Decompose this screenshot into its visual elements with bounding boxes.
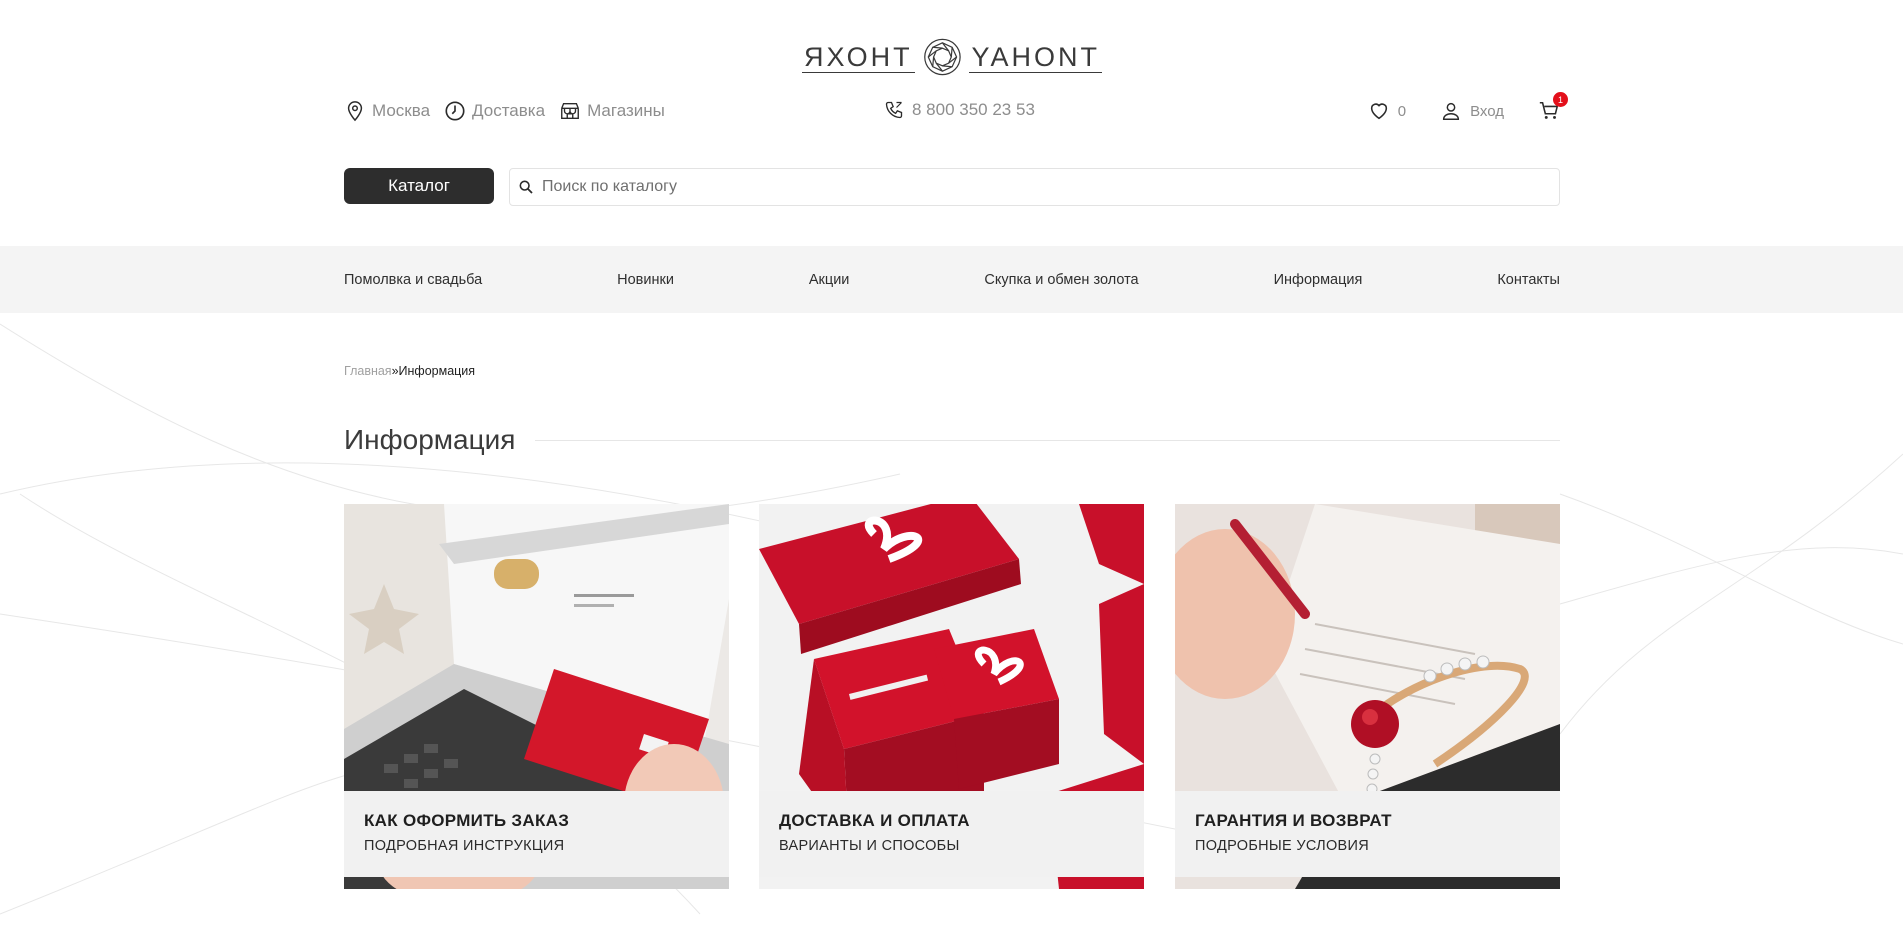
logo-word-latin: YAHONT — [969, 41, 1102, 73]
top-bar: Москва Доставка Магазины 8 800 350 23 53… — [344, 92, 1568, 130]
clock-icon — [445, 101, 465, 121]
login-label: Вход — [1470, 102, 1504, 120]
card-how-to-order[interactable]: КАК ОФОРМИТЬ ЗАКАЗ ПОДРОБНАЯ ИНСТРУКЦИЯ — [344, 504, 729, 889]
nav-item-sales[interactable]: Акции — [809, 272, 850, 288]
city-label: Москва — [372, 101, 431, 120]
city-selector[interactable]: Москва — [344, 100, 430, 122]
stores-link[interactable]: Магазины — [559, 100, 665, 122]
breadcrumb-separator: » — [391, 364, 399, 378]
login-button[interactable]: Вход — [1440, 100, 1504, 122]
location-pin-icon — [347, 101, 363, 122]
delivery-label: Доставка — [472, 101, 546, 120]
brand-logo[interactable]: ЯХОНТ YAHONT — [802, 34, 1102, 80]
favorites-button[interactable]: 0 — [1368, 100, 1406, 122]
delivery-link[interactable]: Доставка — [444, 100, 545, 122]
card-title: ГАРАНТИЯ И ВОЗВРАТ — [1195, 811, 1392, 830]
card-subtitle: ВАРИАНТЫ И СПОСОБЫ — [779, 838, 960, 854]
user-icon — [1442, 102, 1460, 120]
store-icon — [561, 102, 579, 120]
nav-item-engagement-wedding[interactable]: Помолвка и свадьба — [344, 272, 482, 288]
breadcrumb: Главная»Информация — [344, 364, 475, 378]
nav-item-new[interactable]: Новинки — [617, 272, 674, 288]
heart-icon — [1370, 103, 1387, 120]
card-warranty-return[interactable]: ГАРАНТИЯ И ВОЗВРАТ ПОДРОБНЫЕ УСЛОВИЯ — [1175, 504, 1560, 889]
main-nav-inner: Помолвка и свадьба Новинки Акции Скупка … — [344, 246, 1560, 313]
phone-icon — [885, 101, 903, 119]
card-delivery-payment[interactable]: ДОСТАВКА И ОПЛАТА ВАРИАНТЫ И СПОСОБЫ — [759, 504, 1144, 889]
breadcrumb-home[interactable]: Главная — [344, 364, 392, 378]
top-bar-left: Москва Доставка Магазины — [344, 100, 665, 122]
search-icon — [519, 180, 533, 194]
card-subtitle: ПОДРОБНАЯ ИНСТРУКЦИЯ — [364, 838, 565, 854]
nav-item-information[interactable]: Информация — [1274, 272, 1363, 288]
info-cards: КАК ОФОРМИТЬ ЗАКАЗ ПОДРОБНАЯ ИНСТРУКЦИЯ … — [344, 504, 1560, 889]
page-title-row: Информация — [344, 420, 1560, 460]
catalog-button[interactable]: Каталог — [344, 168, 494, 204]
stores-label: Магазины — [587, 101, 665, 120]
phone-number: 8 800 350 23 53 — [912, 100, 1035, 119]
favorites-count: 0 — [1397, 102, 1407, 120]
search-row: Каталог — [344, 168, 1560, 206]
card-title: КАК ОФОРМИТЬ ЗАКАЗ — [364, 811, 570, 830]
search-box[interactable] — [509, 168, 1560, 206]
search-input[interactable] — [540, 177, 1559, 197]
gem-icon — [923, 38, 961, 76]
card-subtitle: ПОДРОБНЫЕ УСЛОВИЯ — [1195, 838, 1370, 854]
logo-word-cyrillic: ЯХОНТ — [802, 41, 915, 73]
cart-count-badge: 1 — [1553, 92, 1568, 107]
card-caption: ГАРАНТИЯ И ВОЗВРАТ ПОДРОБНЫЕ УСЛОВИЯ — [1175, 791, 1560, 877]
card-title: ДОСТАВКА И ОПЛАТА — [779, 811, 970, 830]
cart-button[interactable]: 1 — [1538, 92, 1568, 122]
card-caption: КАК ОФОРМИТЬ ЗАКАЗ ПОДРОБНАЯ ИНСТРУКЦИЯ — [344, 791, 729, 877]
page-title: Информация — [344, 424, 516, 455]
card-caption: ДОСТАВКА И ОПЛАТА ВАРИАНТЫ И СПОСОБЫ — [759, 791, 1144, 877]
top-bar-right: 0 Вход 1 — [1368, 92, 1568, 122]
nav-item-gold-exchange[interactable]: Скупка и обмен золота — [984, 272, 1138, 288]
main-nav: Помолвка и свадьба Новинки Акции Скупка … — [0, 246, 1903, 313]
nav-item-contacts[interactable]: Контакты — [1497, 272, 1560, 288]
title-divider — [535, 439, 1560, 441]
breadcrumb-current: Информация — [398, 364, 476, 378]
phone-link[interactable]: 8 800 350 23 53 — [884, 100, 1035, 120]
